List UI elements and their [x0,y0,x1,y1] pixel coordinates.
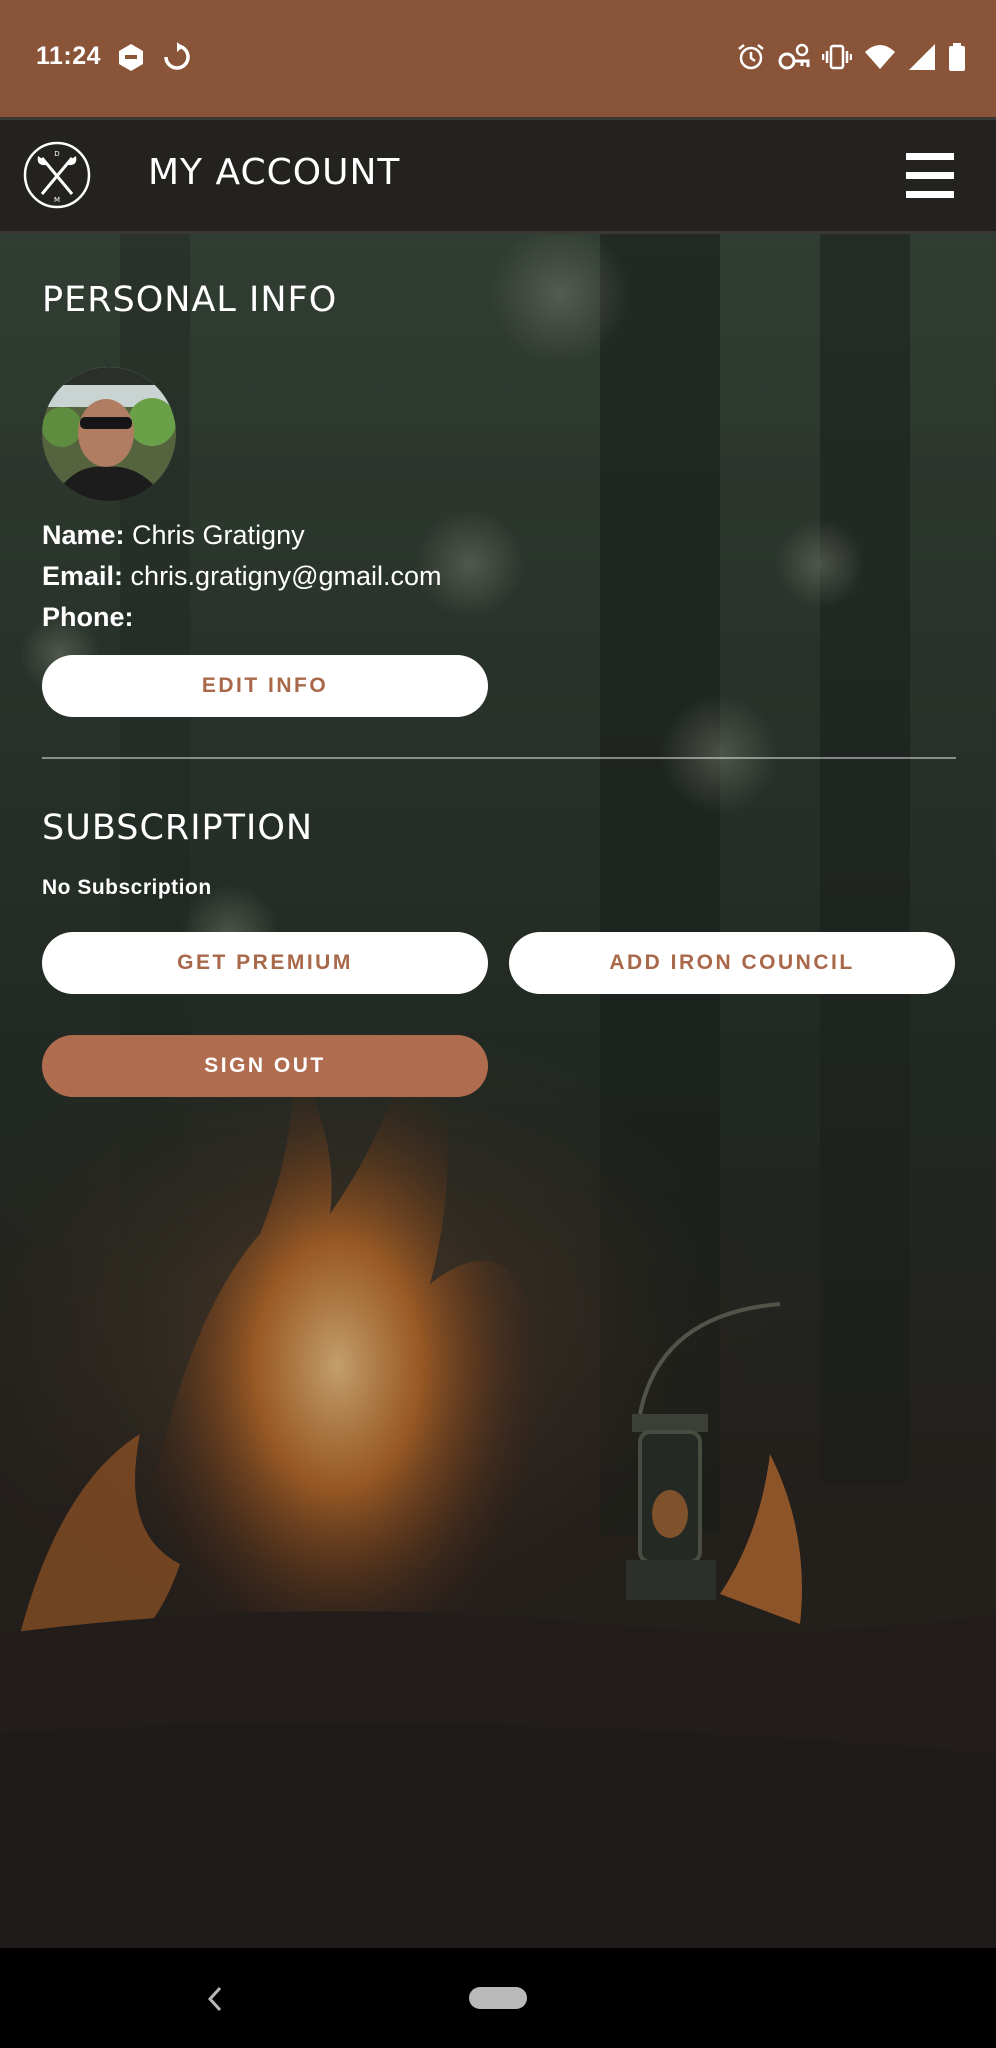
email-value: chris.gratigny@gmail.com [130,561,442,591]
name-label: Name: [42,520,125,550]
sign-out-button[interactable]: SIGN OUT [42,1035,488,1097]
status-time: 11:24 [36,42,102,70]
wifi-icon [865,45,895,69]
page-title: MY ACCOUNT [148,152,401,193]
profile-photo [42,367,176,501]
phone-label: Phone: [42,602,134,632]
section-divider [42,757,956,759]
name-row: Name: Chris Gratigny [42,520,305,551]
alarm-icon [738,44,764,70]
phone-row: Phone: [42,602,134,633]
back-icon[interactable] [200,1982,230,2016]
svg-text:M: M [54,196,60,204]
home-pill-icon[interactable] [469,1987,527,2009]
status-icons [736,42,966,72]
add-iron-council-button[interactable]: ADD IRON COUNCIL [509,932,955,994]
email-label: Email: [42,561,124,591]
battery-icon [949,43,965,71]
hamburger-menu-icon[interactable] [906,153,956,199]
subscription-heading: SUBSCRIPTION [42,808,314,848]
email-row: Email: chris.gratigny@gmail.com [42,561,442,592]
get-premium-button[interactable]: GET PREMIUM [42,932,488,994]
vpn-key-icon [778,43,810,70]
personal-info-heading: PERSONAL INFO [42,280,338,320]
crossed-axes-logo-icon[interactable]: D M [22,140,92,210]
svg-text:D: D [54,150,59,158]
signal-icon [909,44,935,70]
app-notification-icon [119,44,143,71]
subscription-status: No Subscription [42,876,212,899]
sync-icon [164,42,190,70]
vibrate-icon [822,44,852,70]
name-value: Chris Gratigny [132,520,305,550]
avatar [42,367,176,501]
edit-info-button[interactable]: EDIT INFO [42,655,488,717]
status-bar: 11:24 [0,0,996,117]
